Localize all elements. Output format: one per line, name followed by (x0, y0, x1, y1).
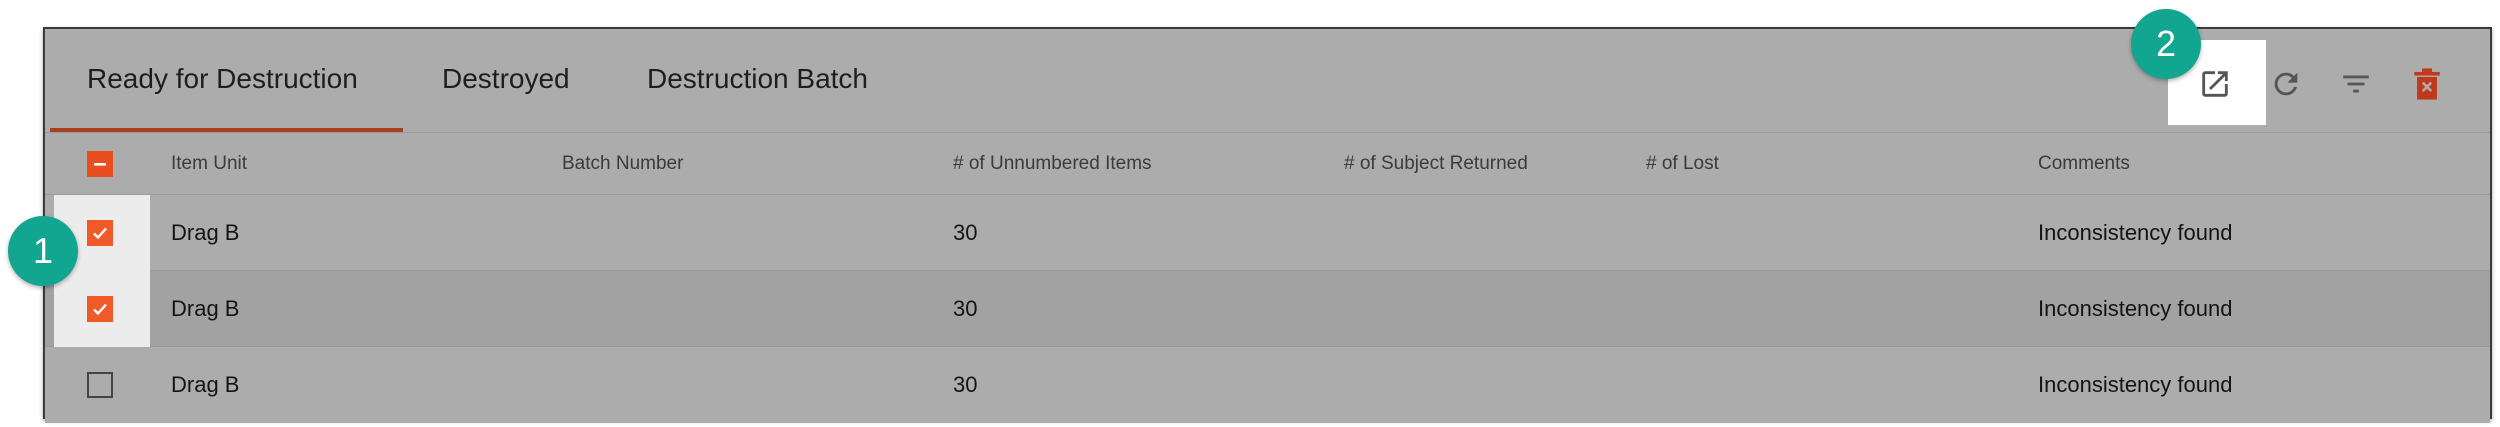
filter-button[interactable] (2336, 64, 2376, 104)
tab-destruction-batch[interactable]: Destruction Batch (647, 63, 868, 95)
export-button[interactable] (2195, 64, 2235, 104)
table-row[interactable]: Drag B 30 Inconsistency found (45, 271, 2490, 347)
callout-badge-1: 1 (8, 216, 78, 286)
select-all-checkbox[interactable] (87, 151, 113, 177)
tab-bar: Ready for Destruction Destroyed Destruct… (45, 29, 2490, 133)
cell-unnumbered-items: 30 (953, 296, 978, 321)
cell-unnumbered-items: 30 (953, 220, 978, 245)
cell-comments: Inconsistency found (2038, 220, 2233, 245)
row-checkbox[interactable] (87, 372, 113, 398)
column-header-lost[interactable]: # of Lost (1646, 153, 1719, 175)
column-header-comments[interactable]: Comments (2038, 153, 2130, 175)
delete-button[interactable] (2407, 64, 2447, 104)
column-header-unnumbered-items[interactable]: # of Unnumbered Items (953, 153, 1152, 175)
cell-unnumbered-items: 30 (953, 372, 978, 397)
table-row[interactable]: Drag B 30 Inconsistency found (45, 195, 2490, 271)
checkmark-icon (93, 303, 107, 316)
active-tab-indicator (50, 128, 403, 132)
table-header: Item Unit Batch Number # of Unnumbered I… (45, 133, 2490, 195)
column-header-batch-number[interactable]: Batch Number (562, 153, 683, 175)
tab-ready-for-destruction[interactable]: Ready for Destruction (87, 63, 358, 95)
cell-item-unit: Drag B (171, 296, 240, 321)
refresh-icon (2274, 72, 2298, 96)
cell-item-unit: Drag B (171, 372, 240, 397)
table-row[interactable]: Drag B 30 Inconsistency found (45, 347, 2490, 423)
callout-badge-2: 2 (2131, 9, 2201, 79)
cell-item-unit: Drag B (171, 220, 240, 245)
column-header-item-unit[interactable]: Item Unit (171, 153, 247, 175)
tab-destroyed[interactable]: Destroyed (442, 63, 570, 95)
row-checkbox[interactable] (87, 220, 113, 246)
refresh-button[interactable] (2266, 64, 2306, 104)
column-header-subject-returned[interactable]: # of Subject Returned (1344, 153, 1528, 175)
delete-icon (2414, 68, 2440, 100)
export-icon (2202, 71, 2228, 97)
filter-icon (2343, 75, 2369, 93)
cell-comments: Inconsistency found (2038, 296, 2233, 321)
checkmark-icon (93, 227, 107, 240)
row-checkbox[interactable] (87, 296, 113, 322)
indeterminate-icon (94, 163, 106, 166)
cell-comments: Inconsistency found (2038, 372, 2233, 397)
destruction-panel: Ready for Destruction Destroyed Destruct… (43, 27, 2492, 423)
